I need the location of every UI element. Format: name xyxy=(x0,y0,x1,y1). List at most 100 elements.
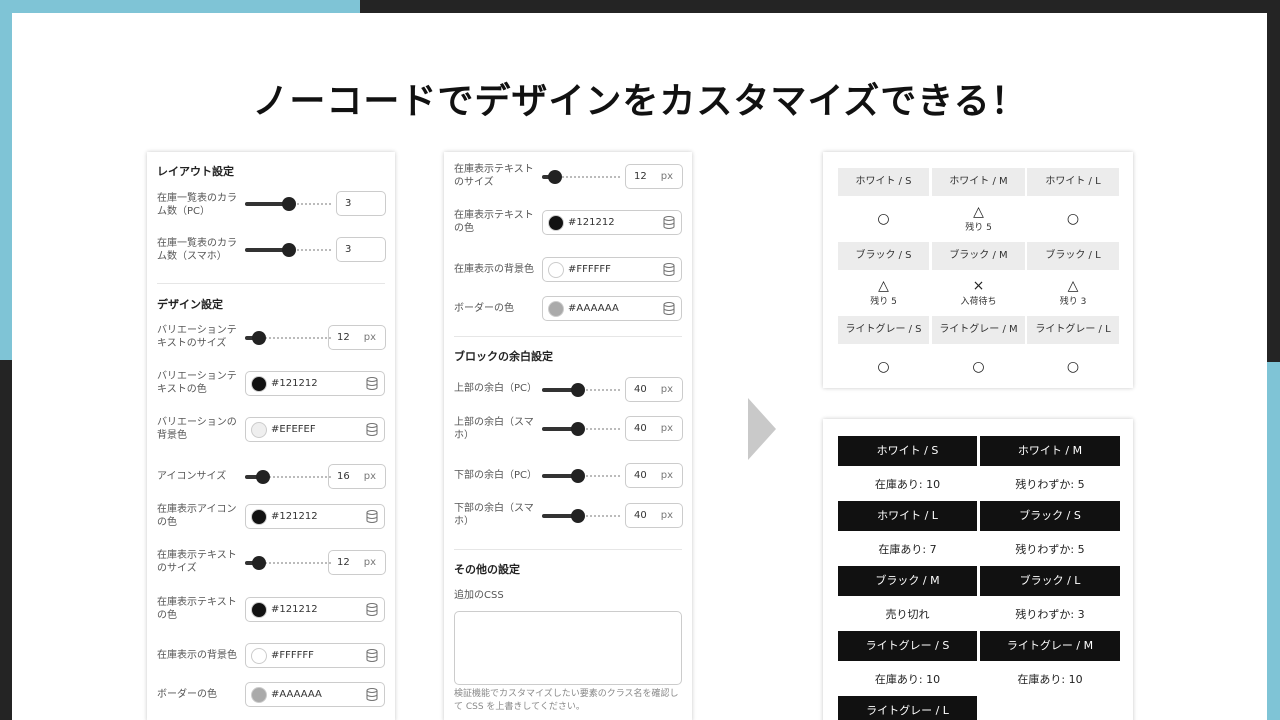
divider xyxy=(454,336,682,337)
stock-text-color-picker[interactable]: #121212 xyxy=(245,597,385,622)
color-swatch[interactable] xyxy=(251,376,267,392)
stock-value: 在庫あり: 10 xyxy=(1017,673,1083,686)
slider-knob[interactable] xyxy=(571,509,585,523)
stock-bg-color-picker[interactable]: #FFFFFF xyxy=(542,257,682,282)
border-color-picker[interactable]: #AAAAAA xyxy=(245,682,385,707)
color-swatch[interactable] xyxy=(251,687,267,703)
database-icon[interactable] xyxy=(366,510,378,523)
variation-text-size-input[interactable]: 12 px xyxy=(328,325,386,350)
variation-text-color-picker[interactable]: #121212 xyxy=(245,371,385,396)
database-icon[interactable] xyxy=(366,423,378,436)
stock-value: 在庫あり: 7 xyxy=(878,543,937,556)
stock-text-size-slider[interactable] xyxy=(245,556,333,570)
available-icon: ○ xyxy=(972,359,985,375)
variation-header: ブラック / S xyxy=(980,501,1120,531)
unit-label: px xyxy=(363,471,376,482)
top-margin-sp-slider[interactable] xyxy=(542,422,620,436)
stock-value: 残りわずか: 5 xyxy=(1015,478,1085,491)
stock-text: 残り 3 xyxy=(1059,297,1087,307)
bottom-margin-pc-label: 下部の余白（PC） xyxy=(454,470,538,481)
variation-header: ライトグレー / L xyxy=(1027,316,1119,344)
slider-knob[interactable] xyxy=(252,331,266,345)
variation-bg-color-picker[interactable]: #EFEFEF xyxy=(245,417,385,442)
color-swatch[interactable] xyxy=(548,301,564,317)
color-swatch[interactable] xyxy=(548,262,564,278)
unit-label: px xyxy=(363,332,376,343)
stock-text-size-label: 在庫表示テキストのサイズ xyxy=(157,550,237,574)
database-icon[interactable] xyxy=(663,302,675,315)
variation-header: ホワイト / M xyxy=(980,436,1120,466)
top-margin-sp-input[interactable]: 40 px xyxy=(625,416,683,441)
columns-sp-label: 在庫一覧表のカラム数（スマホ） xyxy=(157,238,237,262)
top-margin-pc-input[interactable]: 40 px xyxy=(625,377,683,402)
variation-text-size-slider[interactable] xyxy=(245,331,333,345)
database-icon[interactable] xyxy=(663,216,675,229)
stock-text-size-slider[interactable] xyxy=(542,170,620,184)
slider-knob[interactable] xyxy=(282,243,296,257)
arrow-right-icon xyxy=(748,398,776,460)
bottom-margin-pc-slider[interactable] xyxy=(542,469,620,483)
bottom-margin-pc-input[interactable]: 40 px xyxy=(625,463,683,488)
slider-knob[interactable] xyxy=(571,383,585,397)
stock-bg-color-picker[interactable]: #FFFFFF xyxy=(245,643,385,668)
settings-panel-left: レイアウト設定 在庫一覧表のカラム数（PC） 3 在庫一覧表のカラム数（スマホ）… xyxy=(147,152,395,720)
unit-label: px xyxy=(660,470,673,481)
out-of-stock-icon: × xyxy=(972,278,985,294)
color-swatch[interactable] xyxy=(251,648,267,664)
slider-knob[interactable] xyxy=(548,170,562,184)
divider xyxy=(454,549,682,550)
database-icon[interactable] xyxy=(366,688,378,701)
stock-bg-label: 在庫表示の背景色 xyxy=(454,264,534,275)
stock-icon-color-picker[interactable]: #121212 xyxy=(245,504,385,529)
stock-cell: △ 残り 5 xyxy=(932,204,1025,233)
stock-value: 在庫あり: 10 xyxy=(874,673,941,686)
additional-css-label: 追加のCSS xyxy=(454,590,504,601)
top-margin-pc-slider[interactable] xyxy=(542,383,620,397)
available-icon: ○ xyxy=(1066,211,1080,227)
columns-pc-slider[interactable] xyxy=(245,197,333,211)
stock-text-size-input[interactable]: 12 px xyxy=(625,164,683,189)
input-value: 40 xyxy=(634,423,647,434)
slider-knob[interactable] xyxy=(571,422,585,436)
color-swatch[interactable] xyxy=(548,215,564,231)
slider-knob[interactable] xyxy=(256,470,270,484)
color-swatch[interactable] xyxy=(251,602,267,618)
variation-header: ライトグレー / S xyxy=(838,631,977,661)
slider-knob[interactable] xyxy=(282,197,296,211)
color-code: #121212 xyxy=(271,511,318,522)
columns-sp-input[interactable]: 3 xyxy=(336,237,386,262)
input-value: 40 xyxy=(634,384,647,395)
color-swatch[interactable] xyxy=(251,509,267,525)
columns-sp-slider[interactable] xyxy=(245,243,333,257)
variation-header: ライトグレー / M xyxy=(980,631,1120,661)
input-value: 12 xyxy=(634,171,647,182)
additional-css-textarea[interactable] xyxy=(454,611,682,685)
stock-text-color-picker[interactable]: #121212 xyxy=(542,210,682,235)
stock-bg-label: 在庫表示の背景色 xyxy=(157,650,237,661)
input-value: 3 xyxy=(345,244,352,255)
slider-knob[interactable] xyxy=(252,556,266,570)
icon-size-input[interactable]: 16 px xyxy=(328,464,386,489)
border-color-picker[interactable]: #AAAAAA xyxy=(542,296,682,321)
slider-knob[interactable] xyxy=(571,469,585,483)
icon-size-slider[interactable] xyxy=(245,470,333,484)
columns-pc-input[interactable]: 3 xyxy=(336,191,386,216)
stock-text-size-label: 在庫表示テキストのサイズ xyxy=(454,164,534,188)
columns-pc-label: 在庫一覧表のカラム数（PC） xyxy=(157,193,237,217)
color-code: #AAAAAA xyxy=(271,689,322,700)
bottom-margin-sp-slider[interactable] xyxy=(542,509,620,523)
stock-cell: × 入荷待ち xyxy=(932,278,1025,307)
database-icon[interactable] xyxy=(663,263,675,276)
stock-preview-compact: ホワイト / S ホワイト / M ホワイト / L ○ △ 残り 5 ○ ブラッ… xyxy=(823,152,1133,388)
stock-icon-color-label: 在庫表示アイコンの色 xyxy=(157,504,237,528)
variation-header: ライトグレー / S xyxy=(838,316,929,344)
color-swatch[interactable] xyxy=(251,422,267,438)
stock-text-size-input[interactable]: 12 px xyxy=(328,550,386,575)
variation-header: ライトグレー / L xyxy=(838,696,977,720)
input-value: 12 xyxy=(337,557,350,568)
database-icon[interactable] xyxy=(366,377,378,390)
database-icon[interactable] xyxy=(366,649,378,662)
database-icon[interactable] xyxy=(366,603,378,616)
bottom-margin-sp-input[interactable]: 40 px xyxy=(625,503,683,528)
icon-size-label: アイコンサイズ xyxy=(157,471,227,482)
